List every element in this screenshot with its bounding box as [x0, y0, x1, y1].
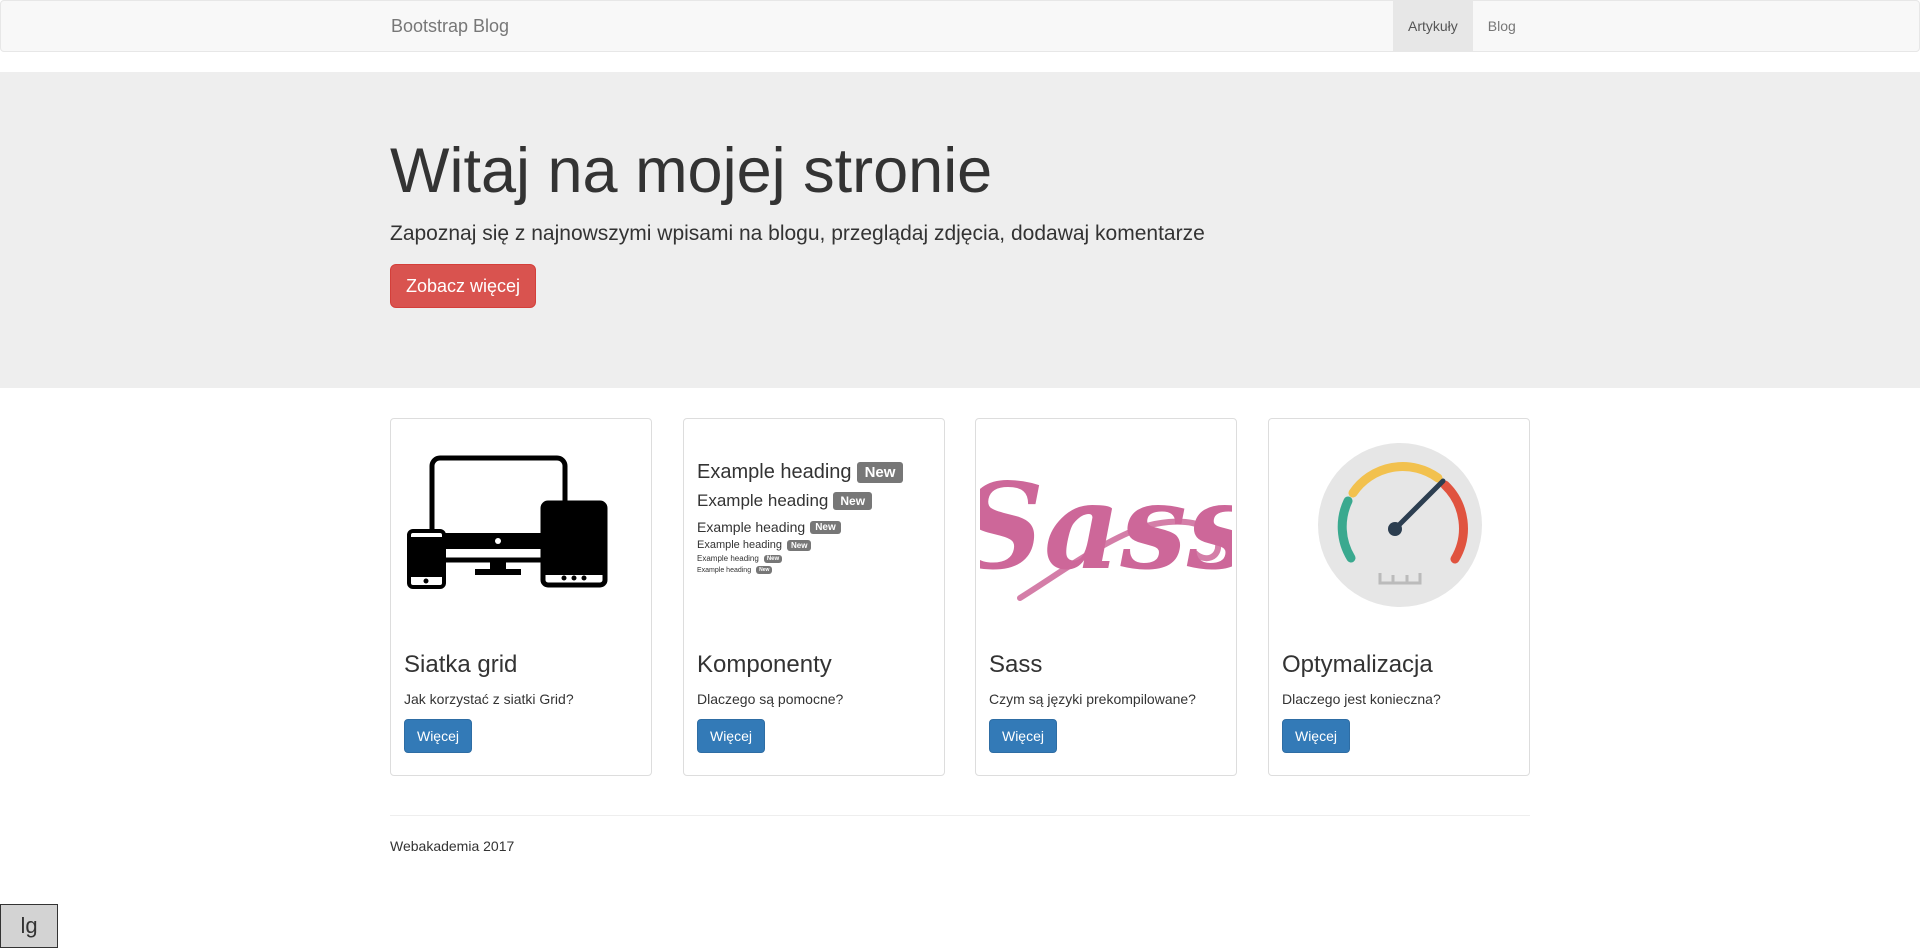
navbar: Bootstrap Blog Artykuły Blog: [0, 0, 1920, 52]
card-title: Siatka grid: [404, 651, 518, 678]
new-badge: New: [833, 492, 873, 510]
breakpoint-indicator: lg: [0, 904, 58, 948]
new-badge: New: [856, 462, 904, 483]
example-heading-3: Example heading New: [697, 519, 903, 535]
heading-text: Example heading: [697, 519, 806, 535]
footer-text: Webakademia 2017: [390, 838, 515, 854]
card-text: Czym są języki prekompilowane?: [989, 691, 1196, 707]
responsive-devices-icon: [395, 423, 647, 623]
card-grid: Siatka grid Jak korzystać z siatki Grid?…: [390, 418, 652, 776]
heading-text: Example heading: [697, 554, 759, 563]
navbar-brand[interactable]: Bootstrap Blog: [391, 16, 509, 37]
card-text: Jak korzystać z siatki Grid?: [404, 691, 574, 707]
heading-text: Example heading: [697, 461, 852, 483]
new-badge: New: [810, 520, 841, 534]
new-badge: New: [763, 554, 783, 563]
page-title: Witaj na mojej stronie: [390, 136, 993, 206]
headings-badges-illustration: Example heading New Example heading New …: [688, 423, 940, 623]
more-button-sass[interactable]: Więcej: [989, 719, 1057, 753]
card-title: Optymalizacja: [1282, 651, 1433, 678]
more-button-optimization[interactable]: Więcej: [1282, 719, 1350, 753]
nav-item-blog[interactable]: Blog: [1473, 1, 1531, 51]
card-sass: Sass Sass Czym są języki prekompilowane?…: [959, 418, 1253, 776]
more-button-grid[interactable]: Więcej: [404, 719, 472, 753]
jumbotron: Witaj na mojej stronie Zapoznaj się z na…: [0, 72, 1920, 388]
card-optimization: Optymalizacja Dlaczego jest konieczna? W…: [1268, 418, 1530, 776]
jumbotron-lead: Zapoznaj się z najnowszymi wpisami na bl…: [390, 222, 1205, 245]
card-text: Dlaczego są pomocne?: [697, 691, 844, 707]
example-heading-6: Example heading New: [697, 566, 903, 574]
sass-logo: Sass: [959, 423, 1253, 623]
heading-text: Example heading: [697, 566, 752, 574]
heading-text: Example heading: [697, 491, 829, 510]
new-badge: New: [787, 539, 812, 551]
sass-logo-text: Sass: [980, 457, 1232, 596]
example-heading-4: Example heading New: [697, 539, 903, 551]
card-text: Dlaczego jest konieczna?: [1282, 691, 1441, 707]
card-title: Komponenty: [697, 651, 832, 678]
example-heading-1: Example heading New: [697, 461, 904, 484]
heading-text: Example heading: [697, 539, 783, 551]
navbar-menu: Artykuły Blog: [1393, 1, 1531, 51]
divider: [390, 815, 1530, 816]
see-more-button[interactable]: Zobacz więcej: [390, 264, 536, 308]
more-button-components[interactable]: Więcej: [697, 719, 765, 753]
nav-item-artykuly[interactable]: Artykuły: [1393, 1, 1473, 51]
example-heading-5: Example heading New: [697, 554, 903, 563]
speedometer-icon: [1273, 423, 1525, 623]
new-badge: New: [756, 566, 773, 574]
example-heading-2: Example heading New: [697, 491, 903, 511]
card-title: Sass: [989, 651, 1043, 678]
card-components: Example heading New Example heading New …: [683, 418, 945, 776]
